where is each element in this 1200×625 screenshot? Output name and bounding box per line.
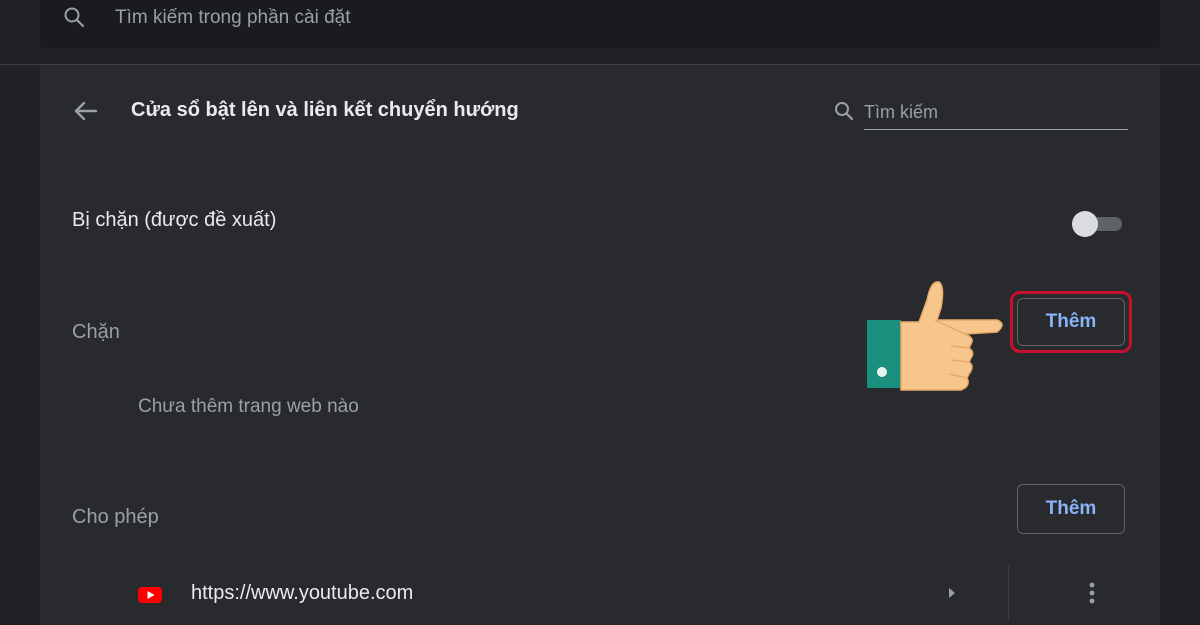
youtube-icon	[138, 587, 162, 603]
top-bar: Tìm kiếm trong phần cài đặt	[0, 0, 1200, 65]
divider	[1008, 565, 1009, 621]
settings-search-bar[interactable]: Tìm kiếm trong phần cài đặt	[40, 0, 1160, 48]
search-icon	[64, 7, 85, 28]
block-section-title: Chặn	[72, 321, 120, 343]
block-add-button[interactable]: Thêm	[1017, 298, 1125, 346]
search-icon	[835, 102, 854, 121]
more-vert-icon[interactable]	[1080, 579, 1104, 607]
settings-search-placeholder[interactable]: Tìm kiếm trong phần cài đặt	[115, 6, 351, 30]
list-item[interactable]: https://www.youtube.com	[40, 565, 1160, 625]
page-title: Cửa sổ bật lên và liên kết chuyển hướng	[131, 99, 519, 121]
allow-section-title: Cho phép	[72, 506, 159, 528]
pointing-hand-icon	[867, 281, 1003, 391]
block-empty-text: Chưa thêm trang web nào	[138, 396, 359, 417]
arrow-right-icon[interactable]	[940, 581, 964, 605]
site-url: https://www.youtube.com	[191, 582, 414, 604]
toggle-knob	[1072, 211, 1098, 237]
page-search	[832, 95, 1128, 131]
blocked-toggle[interactable]	[1072, 211, 1124, 237]
blocked-setting-label: Bị chặn (được đề xuất)	[72, 209, 277, 231]
allow-add-button[interactable]: Thêm	[1017, 484, 1125, 534]
arrow-back-icon[interactable]	[70, 95, 102, 127]
blocked-setting-row: Bị chặn (được đề xuất)	[40, 195, 1160, 251]
page-search-input[interactable]	[864, 95, 1128, 130]
page-header: Cửa sổ bật lên và liên kết chuyển hướng	[40, 65, 1160, 155]
